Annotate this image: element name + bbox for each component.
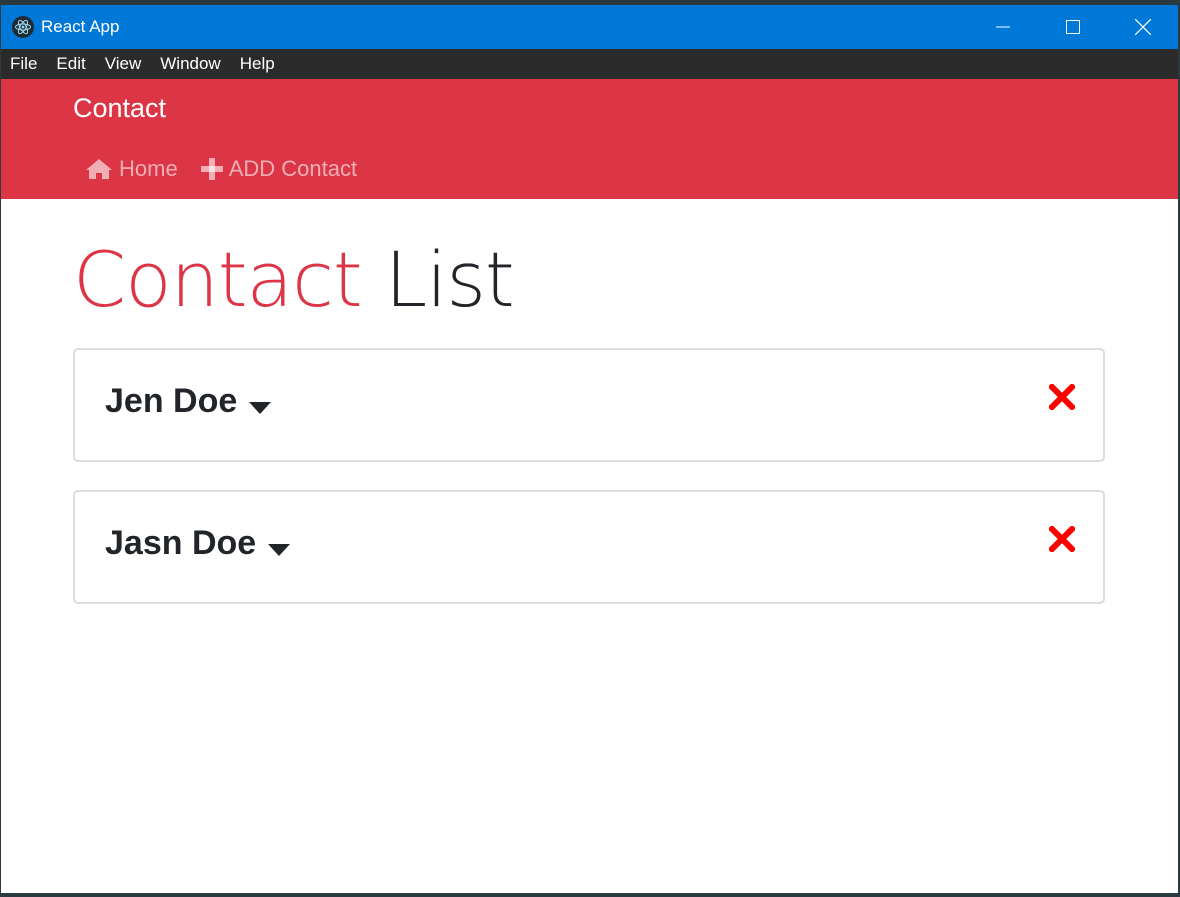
- delete-x-icon: [1047, 382, 1077, 412]
- menu-bar: File Edit View Window Help: [1, 49, 1178, 79]
- contact-name[interactable]: Jasn Doe: [105, 524, 291, 563]
- title-bar[interactable]: React App: [1, 5, 1178, 49]
- page-title: Contact List: [73, 235, 515, 324]
- navbar-brand[interactable]: Contact: [73, 93, 166, 124]
- electron-icon: [12, 16, 34, 38]
- minimize-button[interactable]: [968, 5, 1038, 49]
- menu-window[interactable]: Window: [160, 54, 220, 74]
- nav-link-add-contact-label: ADD Contact: [228, 156, 358, 181]
- contact-card: Jasn Doe: [73, 490, 1105, 604]
- maximize-icon: [1066, 20, 1080, 34]
- menu-edit[interactable]: Edit: [56, 54, 85, 74]
- delete-x-icon: [1047, 524, 1077, 554]
- menu-help[interactable]: Help: [240, 54, 275, 74]
- contact-name-text: Jen Doe: [105, 382, 238, 420]
- nav-link-add-contact[interactable]: ADD Contact: [200, 156, 358, 182]
- delete-contact-button[interactable]: [1047, 382, 1077, 414]
- page-title-accent: Contact: [73, 235, 363, 324]
- maximize-button[interactable]: [1038, 5, 1108, 49]
- contact-name-text: Jasn Doe: [105, 524, 257, 562]
- window-title: React App: [41, 17, 120, 36]
- menu-view[interactable]: View: [105, 54, 142, 74]
- plus-icon: [200, 158, 223, 180]
- caret-down-icon[interactable]: [268, 543, 291, 556]
- contact-name[interactable]: Jen Doe: [105, 382, 272, 421]
- contact-card: Jen Doe: [73, 348, 1105, 462]
- menu-file[interactable]: File: [10, 54, 37, 74]
- navbar: Contact Home ADD Contact: [1, 79, 1178, 199]
- close-window-button[interactable]: [1108, 5, 1178, 49]
- page-title-rest: List: [384, 235, 515, 324]
- home-icon: [86, 159, 112, 179]
- caret-down-icon[interactable]: [249, 401, 272, 414]
- delete-contact-button[interactable]: [1047, 524, 1077, 556]
- minimize-icon: [996, 26, 1010, 28]
- nav-link-home[interactable]: Home: [85, 156, 178, 182]
- app-window: React App File Edit View Window Help Con…: [1, 5, 1178, 893]
- close-icon: [1135, 19, 1151, 35]
- nav-links: Home ADD Contact: [85, 156, 380, 182]
- nav-link-home-label: Home: [119, 156, 178, 181]
